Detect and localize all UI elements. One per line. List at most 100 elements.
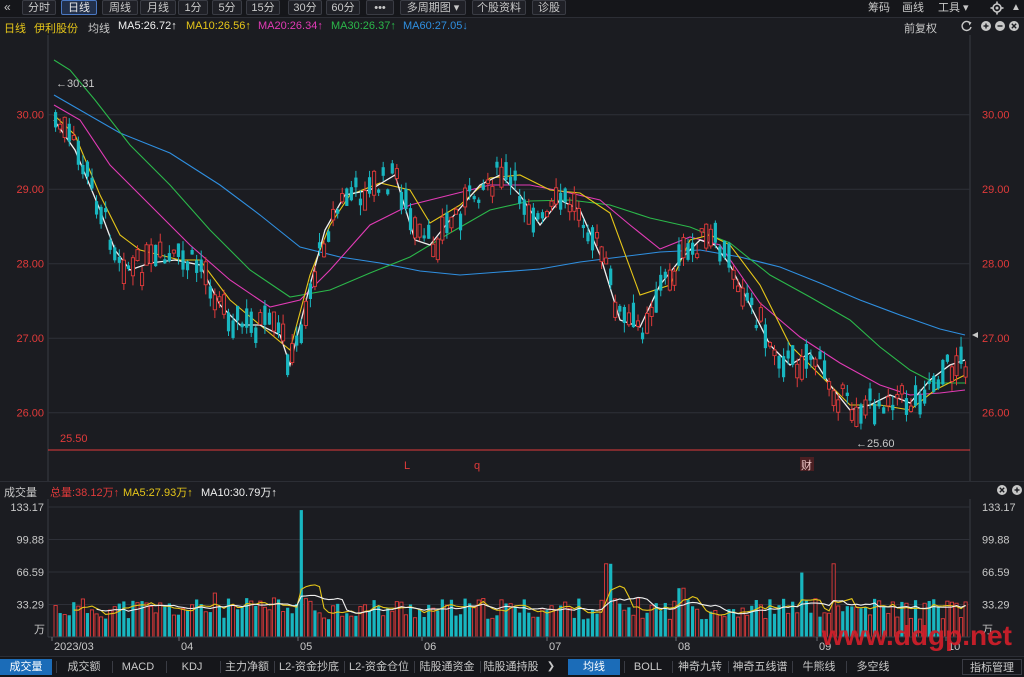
volume-bar-down <box>240 606 244 637</box>
candle-body <box>185 261 190 271</box>
tabs-scroll-arrow-icon[interactable]: ❯ <box>544 659 558 675</box>
stock-name: 伊利股份 <box>34 23 78 35</box>
candle-up <box>813 356 818 376</box>
candle-body <box>394 168 399 179</box>
indicator-name[interactable]: 均线 <box>88 20 110 36</box>
event-marker: L <box>404 460 410 472</box>
candle-body <box>649 306 654 317</box>
volume-bar-up <box>99 616 104 638</box>
period-tab-15min[interactable]: 15分 <box>246 0 280 15</box>
volume-bar-down <box>327 619 331 637</box>
more-periods-button[interactable]: ••• <box>366 0 394 15</box>
tab-main-net-flow[interactable]: 主力净额 <box>222 659 272 675</box>
volume-bar-up <box>813 598 818 638</box>
candle-body <box>599 246 604 263</box>
candle-body <box>754 324 758 329</box>
indicator-manage-button[interactable]: 指标管理 <box>962 659 1022 675</box>
tab-kdj[interactable]: KDJ <box>168 659 216 675</box>
candle-up <box>595 224 600 247</box>
candle-body <box>949 366 954 382</box>
stock-profile-button[interactable]: 个股资料 <box>472 0 526 15</box>
tab-magic-nine[interactable]: 神奇九转 <box>674 659 726 675</box>
volume-panel-controls[interactable] <box>996 483 1024 500</box>
chips-button[interactable]: 筹码 <box>868 1 890 16</box>
candle-body <box>99 206 103 225</box>
tab-turnover[interactable]: 成交额 <box>58 659 110 675</box>
tab-macd[interactable]: MACD <box>114 659 162 675</box>
candle-down <box>181 241 185 277</box>
period-tab-monthly[interactable]: 月线 <box>140 0 176 15</box>
candle-up <box>130 255 136 286</box>
candle-down <box>640 327 645 344</box>
price-tick-label-right: 30.00 <box>982 110 1010 122</box>
tab-long-short-line[interactable]: 多空线 <box>848 659 898 675</box>
period-tab-intraday[interactable]: 分时 <box>22 0 56 15</box>
candle-body <box>772 349 777 357</box>
candle-body <box>281 323 286 342</box>
volume-bar-up <box>258 600 263 638</box>
candle-body <box>135 249 140 262</box>
volume-title[interactable]: 成交量 <box>4 484 37 500</box>
candle-body <box>85 161 90 177</box>
volume-bar-up <box>362 604 368 638</box>
candle-body <box>249 311 253 333</box>
tab-l2-bottom-fishing[interactable]: L2-资金抄底 <box>276 659 342 675</box>
volume-bar-down <box>163 605 167 637</box>
gear-icon[interactable] <box>990 0 1004 15</box>
candle-down <box>85 160 90 185</box>
ma30-line <box>53 59 965 384</box>
candle-down <box>167 245 171 263</box>
volume-bar-up <box>281 611 286 638</box>
volume-bar-down <box>782 598 786 637</box>
tab-volume[interactable]: 成交量 <box>0 659 52 675</box>
tab-ma[interactable]: 均线 <box>568 659 620 675</box>
draw-line-button[interactable]: 画线 <box>902 1 924 16</box>
candle-body <box>254 327 258 344</box>
volume-chart[interactable]: 133.17 133.17 99.88 99.88 66.59 66.59 33.29 33.… <box>0 499 1024 656</box>
period-tab-1min[interactable]: 1分 <box>178 0 208 15</box>
volume-bar-up <box>795 612 800 638</box>
candle-body <box>536 213 540 220</box>
volume-bar-up <box>640 617 645 638</box>
volume-bar-up <box>390 610 395 638</box>
volume-bar-down <box>126 618 130 637</box>
tab-l2-position[interactable]: L2-资金仓位 <box>346 659 412 675</box>
period-tab-daily[interactable]: 日线 <box>61 0 97 15</box>
adjust-mode[interactable]: 前复权 <box>904 20 937 36</box>
period-tab-weekly[interactable]: 周线 <box>102 0 138 15</box>
tab-boll[interactable]: BOLL <box>626 659 670 675</box>
candle-body <box>645 312 650 334</box>
minimize-icon[interactable]: ▲ <box>1011 0 1021 15</box>
period-tab-60min[interactable]: 60分 <box>326 0 360 15</box>
period-tab-5min[interactable]: 5分 <box>212 0 242 15</box>
volume-bar-down <box>704 618 708 637</box>
candle-down <box>791 345 795 368</box>
back-icon[interactable]: « <box>4 0 11 15</box>
candle-body <box>245 308 249 328</box>
candle-down <box>267 308 272 325</box>
volume-bar-up <box>667 618 672 638</box>
candle-down <box>408 203 413 235</box>
volume-bar-down <box>577 598 581 637</box>
tab-northbound-funds[interactable]: 陆股通资金 <box>416 659 478 675</box>
candle-down <box>522 191 526 223</box>
chart-control-icons[interactable] <box>960 19 1022 36</box>
tools-dropdown[interactable]: 工具 ▾ <box>938 1 969 16</box>
multi-period-dropdown[interactable]: 多周期图 ▾ <box>400 0 466 15</box>
tab-northbound-holdings[interactable]: 陆股通持股 <box>482 659 540 675</box>
candle-body <box>431 243 436 258</box>
candle-body <box>845 392 849 397</box>
candle-body <box>590 227 595 251</box>
period-tab-30min[interactable]: 30分 <box>288 0 322 15</box>
volume-bar-down <box>463 598 467 637</box>
volume-bar-up <box>745 614 750 638</box>
candle-up <box>758 302 763 323</box>
candle-up <box>635 314 641 331</box>
candle-up <box>604 251 609 265</box>
price-chart[interactable]: 30.00 29.00 28.00 27.00 26.00 30.00 29.00 28.0… <box>0 35 1024 481</box>
diagnose-button[interactable]: 诊股 <box>532 0 566 15</box>
candle-down <box>185 260 190 280</box>
tab-magic-five-lines[interactable]: 神奇五线谱 <box>730 659 790 675</box>
volume-bar-down <box>513 607 517 637</box>
tab-bull-bear-line[interactable]: 牛熊线 <box>794 659 844 675</box>
